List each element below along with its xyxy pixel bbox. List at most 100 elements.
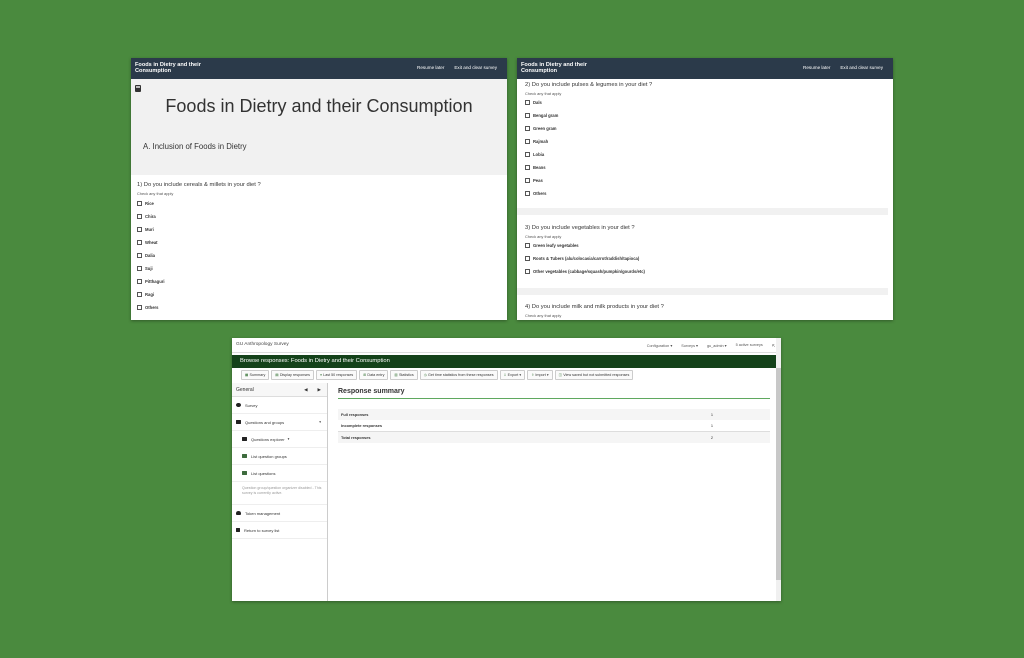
sidebar-item-label: Questions and groups — [245, 419, 285, 425]
sidebar-item-survey[interactable]: Survey — [232, 397, 327, 414]
checkbox[interactable] — [137, 279, 142, 284]
checkbox-option[interactable]: Lobia — [525, 148, 885, 161]
checkbox-option[interactable]: Beans — [525, 161, 885, 174]
option-label: Bengal gram — [533, 113, 559, 118]
checkbox[interactable] — [137, 305, 142, 310]
toolbar-label: Summary — [249, 373, 266, 377]
surveys-menu[interactable]: Surveys ▾ — [681, 343, 698, 348]
checkbox[interactable] — [137, 227, 142, 232]
sidebar-item-list-questions[interactable]: List questions — [232, 465, 327, 482]
checkbox[interactable] — [137, 292, 142, 297]
toolbar-button-import[interactable]: ⇧ Import ▾ — [527, 370, 553, 380]
toolbar-label: Statistics — [398, 373, 414, 377]
configuration-menu[interactable]: Configuration ▾ — [647, 343, 673, 348]
sidebar-item-questions-groups[interactable]: Questions and groups ▾ — [232, 414, 327, 431]
scrollbar-thumb[interactable] — [776, 368, 781, 580]
sidebar-next-icon[interactable]: ▶ — [318, 387, 321, 393]
survey-screenshot-continued: Foods in Dietry and their Consumption Re… — [517, 58, 893, 320]
sidebar-item-return-list[interactable]: Return to survey list — [232, 522, 327, 539]
checkbox-option[interactable]: Green gram — [525, 122, 885, 135]
option-label: Rajmah — [533, 139, 549, 144]
survey-navbar: Foods in Dietry and their Consumption Re… — [131, 58, 507, 79]
scrollbar[interactable] — [776, 338, 781, 601]
checkbox[interactable] — [525, 152, 530, 157]
survey-brand: Foods in Dietry and their Consumption — [135, 62, 201, 75]
checkbox-option[interactable]: Rice — [137, 197, 497, 210]
option-label: Lobia — [533, 152, 545, 157]
sidebar-item-label: Survey — [245, 402, 258, 408]
toolbar-button-display-responses[interactable]: ▤ Display responses — [271, 370, 314, 380]
checkbox-option[interactable]: Wheat — [137, 236, 497, 249]
checkbox-option[interactable]: Dalia — [137, 249, 497, 262]
option-label: Ragi — [145, 292, 155, 297]
option-label: Others — [145, 305, 159, 310]
checkbox[interactable] — [525, 113, 530, 118]
checkbox[interactable] — [525, 139, 530, 144]
survey-banner: Foods in Dietry and their Consumption A.… — [131, 79, 507, 175]
checkbox-option[interactable]: Other vegetables (cabbage/squash/pumpkin… — [525, 265, 885, 278]
toolbar-button-statistics[interactable]: ▥ Statistics — [390, 370, 418, 380]
checkbox[interactable] — [525, 126, 530, 131]
checkbox-option[interactable]: Others — [525, 187, 885, 200]
section-title: A. Inclusion of Foods in Dietry — [143, 142, 247, 151]
question-milk: 4) Do you include milk and milk products… — [525, 304, 885, 318]
table-row: Full responses 1 — [338, 409, 770, 420]
checkbox-option[interactable]: Rajmah — [525, 135, 885, 148]
checkbox-option[interactable]: Ragi — [137, 288, 497, 301]
sidebar-item-label: Questions explorer — [251, 436, 285, 442]
row-value: 1 — [710, 412, 713, 417]
sidebar-title: General — [236, 386, 254, 393]
checkbox[interactable] — [525, 165, 530, 170]
sidebar-item-questions-explorer[interactable]: Questions explorer ▾ — [232, 431, 327, 448]
survey-brand: Foods in Dietry and their Consumption — [521, 62, 587, 75]
folder-icon — [242, 436, 247, 442]
toolbar-button-summary[interactable]: ▦ Summary — [241, 370, 270, 380]
toolbar-icon: ◷ — [423, 373, 427, 377]
app-title[interactable]: GU Anthropology Survey — [236, 342, 289, 347]
resume-later-link[interactable]: Resume later — [803, 65, 830, 70]
sidebar-prev-icon[interactable]: ◀ — [304, 387, 307, 393]
calculator-icon[interactable] — [135, 85, 141, 92]
checkbox-option[interactable]: Others — [137, 301, 497, 314]
checkbox[interactable] — [525, 100, 530, 105]
checkbox[interactable] — [525, 191, 530, 196]
list-icon — [242, 470, 247, 476]
user-menu[interactable]: gu_admin ▾ — [707, 343, 727, 348]
checkbox-option[interactable]: Suji — [137, 262, 497, 275]
checkbox-option[interactable]: Roots & Tubers (alu/colocasia/carrot/rad… — [525, 252, 885, 265]
table-row: Incomplete responses 1 — [338, 420, 770, 431]
toolbar-icon: ≡ — [319, 373, 323, 377]
checkbox-option[interactable]: Chira — [137, 210, 497, 223]
checkbox-option[interactable]: Muri — [137, 223, 497, 236]
checkbox[interactable] — [525, 178, 530, 183]
resume-later-link[interactable]: Resume later — [417, 65, 444, 70]
checkbox-option[interactable]: Peas — [525, 174, 885, 187]
checkbox[interactable] — [525, 243, 530, 248]
exit-clear-link[interactable]: Exit and clear survey — [454, 65, 497, 70]
toolbar-button-get-time-statistics-from-these-responses[interactable]: ◷ Get time statistics from these respons… — [419, 370, 498, 380]
question-text: 4) Do you include milk and milk products… — [525, 304, 664, 310]
checkbox[interactable] — [137, 201, 142, 206]
checkbox[interactable] — [525, 269, 530, 274]
sidebar-item-token-management[interactable]: Token management — [232, 505, 327, 522]
active-surveys-link[interactable]: 5 active surveys — [736, 343, 763, 348]
checkbox[interactable] — [137, 214, 142, 219]
checkbox-option[interactable]: Green leafy vegetables — [525, 239, 885, 252]
toolbar-button-last-50-responses[interactable]: ≡ Last 50 responses — [315, 370, 358, 380]
checkbox-option[interactable]: Dals — [525, 96, 885, 109]
sidebar-item-list-question-groups[interactable]: List question groups — [232, 448, 327, 465]
checkbox[interactable] — [137, 240, 142, 245]
logout-icon[interactable]: ⇱ — [772, 343, 775, 348]
sidebar-item-label: List questions — [251, 470, 276, 476]
toolbar-button-export[interactable]: ⇩ Export ▾ — [499, 370, 526, 380]
checkbox[interactable] — [137, 266, 142, 271]
toolbar-button-data-entry[interactable]: ⊞ Data entry — [359, 370, 389, 380]
toolbar-button-view-saved-but-not-submitted-responses[interactable]: ◫ View saved but not submitted responses — [554, 370, 634, 380]
checkbox[interactable] — [137, 253, 142, 258]
checkbox-option[interactable]: Bengal gram — [525, 109, 885, 122]
checkbox-option[interactable]: Pitthaguri — [137, 275, 497, 288]
exit-clear-link[interactable]: Exit and clear survey — [840, 65, 883, 70]
toolbar-label: Data entry — [367, 373, 385, 377]
question-text: 2) Do you include pulses & legumes in yo… — [525, 82, 653, 88]
checkbox[interactable] — [525, 256, 530, 261]
